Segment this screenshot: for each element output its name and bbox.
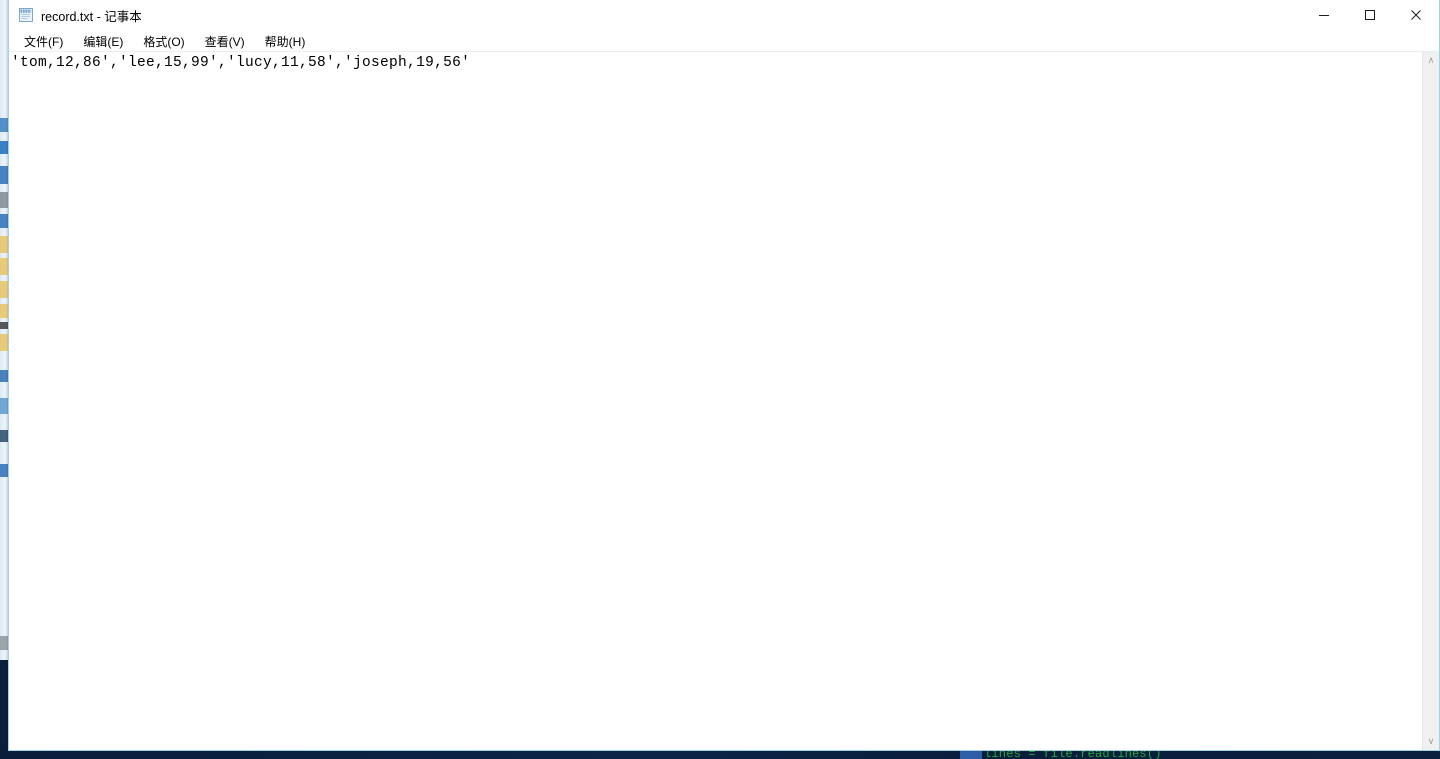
notepad-icon bbox=[19, 8, 33, 22]
notepad-menubar: 文件(F) 编辑(E) 格式(O) 查看(V) 帮助(H) bbox=[9, 31, 1439, 52]
close-icon bbox=[1411, 10, 1421, 20]
window-title: record.txt - 记事本 bbox=[41, 9, 142, 24]
menu-edit[interactable]: 编辑(E) bbox=[75, 31, 131, 52]
notepad-titlebar[interactable]: record.txt - 记事本 bbox=[9, 0, 1439, 31]
menu-help[interactable]: 帮助(H) bbox=[257, 31, 314, 52]
screen-root: lines = file.readlines() record.txt - 记事… bbox=[0, 0, 1440, 759]
chevron-up-icon: ∧ bbox=[1427, 55, 1435, 65]
text-editor[interactable]: 'tom,12,86','lee,15,99','lucy,11,58','jo… bbox=[9, 52, 1422, 750]
maximize-icon bbox=[1365, 10, 1375, 20]
minimize-icon bbox=[1319, 15, 1329, 16]
window-controls bbox=[1301, 0, 1439, 30]
chevron-down-icon: ∨ bbox=[1427, 736, 1435, 746]
scroll-down-button[interactable]: ∨ bbox=[1423, 733, 1439, 750]
notepad-editor-area: 'tom,12,86','lee,15,99','lucy,11,58','jo… bbox=[9, 52, 1439, 750]
menu-format[interactable]: 格式(O) bbox=[135, 31, 192, 52]
menu-view[interactable]: 查看(V) bbox=[197, 31, 253, 52]
vertical-scrollbar[interactable]: ∧ ∨ bbox=[1422, 52, 1439, 750]
notepad-window: record.txt - 记事本 文件(F) 编辑(E) 格式(O) 查看(V)… bbox=[8, 0, 1440, 751]
close-button[interactable] bbox=[1393, 0, 1439, 30]
maximize-button[interactable] bbox=[1347, 0, 1393, 30]
menu-file[interactable]: 文件(F) bbox=[16, 31, 71, 52]
minimize-button[interactable] bbox=[1301, 0, 1347, 30]
scroll-up-button[interactable]: ∧ bbox=[1423, 52, 1439, 69]
